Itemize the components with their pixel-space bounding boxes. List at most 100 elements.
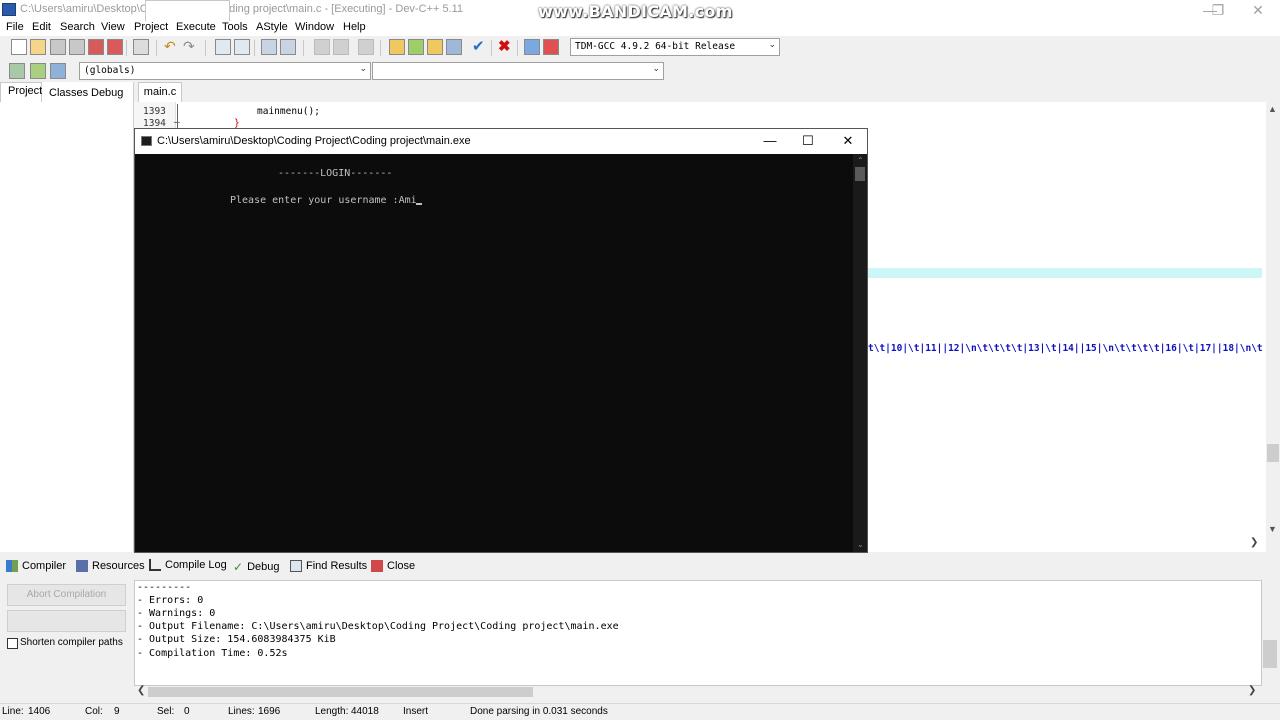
console-scroll-up-icon[interactable]: ⌃ [857,156,864,165]
tab-debug-label: Debug [247,561,280,573]
active-tab-bg [145,0,230,21]
status-lines-value: 1696 [258,706,281,717]
shorten-paths-label: Shorten compiler paths [20,637,123,648]
close-all-icon[interactable] [107,39,123,55]
console-scroll-thumb[interactable] [855,167,865,181]
scope-select-value: (globals) [84,65,136,76]
toolbar-separator [126,40,127,56]
console-maximize-button[interactable]: ☐ [793,133,823,149]
compile-icon[interactable] [389,39,405,55]
scroll-right-icon[interactable]: ❯ [1248,685,1256,696]
code-line: mainmenu(); [257,106,320,117]
redo-icon[interactable]: ↷ [183,38,195,55]
console-close-button[interactable]: ✕ [833,133,863,149]
abort-compilation-button[interactable]: Abort Compilation [7,584,126,606]
compiler-select[interactable]: TDM-GCC 4.9.2 64-bit Release ⌄ [570,38,780,56]
menu-tools[interactable]: Tools [222,21,248,33]
tab-debug-left[interactable]: Debug [89,87,125,99]
tab-debug[interactable]: ✓ Debug [233,560,279,574]
syntax-check-icon[interactable]: ✔ [472,37,485,55]
scroll-down-icon[interactable]: ▼ [1268,524,1277,534]
close-window-button[interactable]: ✕ [1240,0,1276,20]
console-app-icon [141,136,152,146]
print-icon[interactable] [133,39,149,55]
tab-find-results[interactable]: Find Results [290,560,367,572]
tab-compile-log-label: Compile Log [165,559,227,571]
unindent-icon[interactable] [333,39,349,55]
tab-main-c[interactable]: main.c [138,82,182,102]
profile-chart-icon[interactable] [524,39,540,55]
menu-help[interactable]: Help [343,21,366,33]
menu-edit[interactable]: Edit [32,21,51,33]
bookmark-icon[interactable] [280,39,296,55]
tab-resources[interactable]: Resources [76,560,145,572]
project-browser-panel [0,82,134,552]
rebuild-all-icon[interactable] [446,39,462,55]
menu-view[interactable]: View [101,21,125,33]
shorten-paths-checkbox[interactable] [7,638,18,649]
menu-window[interactable]: Window [295,21,334,33]
console-window[interactable] [134,128,868,553]
member-select[interactable]: ⌄ [372,62,664,80]
run-icon[interactable] [408,39,424,55]
scope-select[interactable]: (globals) ⌄ [79,62,371,80]
restore-button[interactable]: ❐ [1200,0,1236,20]
console-scroll-down-icon[interactable]: ⌄ [857,540,864,549]
scroll-right-icon[interactable]: ❯ [1250,537,1258,548]
log-vscroll-thumb[interactable] [1263,640,1277,668]
blank-button[interactable] [7,610,126,632]
goto-definition-icon[interactable] [50,63,66,79]
find-results-icon [290,560,302,572]
menu-execute[interactable]: Execute [176,21,216,33]
log-line: - Errors: 0 [137,595,204,606]
log-line: - Output Size: 154.6083984375 KiB [137,634,336,645]
log-vertical-scrollbar[interactable] [1262,580,1280,698]
tab-compile-log[interactable]: Compile Log [149,559,227,571]
menu-project[interactable]: Project [134,21,168,33]
tab-close[interactable]: Close [371,560,415,572]
close-file-icon[interactable] [88,39,104,55]
log-line: - Warnings: 0 [137,608,216,619]
menu-search[interactable]: Search [60,21,95,33]
status-length-label: Length: [315,706,349,717]
replace-icon[interactable] [234,39,250,55]
open-file-icon[interactable] [30,39,46,55]
username-prompt[interactable]: Please enter your username :Ami [230,195,417,206]
scroll-up-icon[interactable]: ▲ [1268,104,1277,114]
chevron-down-icon: ⌄ [768,40,776,50]
new-file-icon[interactable] [11,39,27,55]
toolbar-separator [254,40,255,56]
goto-line-icon[interactable] [261,39,277,55]
compile-run-icon[interactable] [427,39,443,55]
editor-vertical-scrollbar[interactable] [1266,102,1280,552]
log-line: --------- [137,582,192,593]
code-fragment: t\t|10|\t|11||12|\n\t\t\t\t|13|\t|14||15… [868,343,1262,354]
save-all-icon[interactable] [69,39,85,55]
save-icon[interactable] [50,39,66,55]
compile-log-output[interactable] [134,580,1262,686]
status-insert-mode: Insert [403,706,429,717]
goto-declaration-icon[interactable] [30,63,46,79]
undo-icon[interactable]: ↶ [164,38,176,55]
menu-astyle[interactable]: AStyle [256,21,288,33]
chevron-down-icon: ⌄ [359,64,367,74]
console-minimize-button[interactable]: — [755,133,785,148]
stop-execution-icon[interactable]: ✖ [498,37,511,55]
current-line-highlight [868,268,1262,278]
insert-code-icon[interactable] [9,63,25,79]
scroll-left-icon[interactable]: ❮ [137,685,145,696]
debug-icon[interactable] [543,39,559,55]
editor-scroll-thumb[interactable] [1267,444,1279,462]
tab-compiler[interactable]: Compiler [6,560,66,572]
find-icon[interactable] [215,39,231,55]
status-sel-value: 0 [184,706,190,717]
console-scrollbar[interactable] [853,154,867,552]
log-scroll-thumb[interactable] [148,687,533,697]
toolbar-separator [303,40,304,56]
tab-project[interactable]: Project [6,85,44,97]
menu-file[interactable]: File [6,21,24,33]
toggle-comment-icon[interactable] [358,39,374,55]
tab-classes[interactable]: Classes [47,87,90,99]
status-lines-label: Lines: [228,706,255,717]
indent-icon[interactable] [314,39,330,55]
